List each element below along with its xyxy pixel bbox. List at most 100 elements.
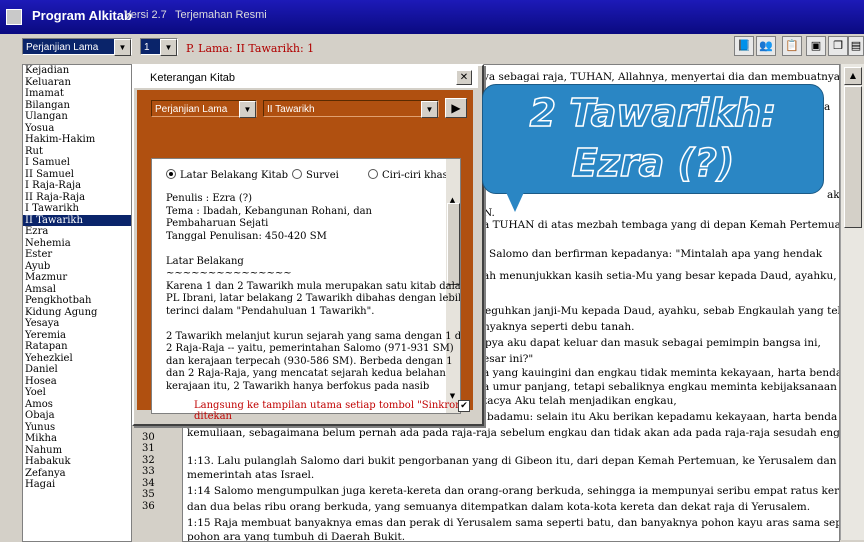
print-icon[interactable]: ▤ [848, 36, 864, 56]
chapter-item[interactable]: 33 [136, 466, 176, 478]
book-list-item[interactable]: II Raja-Raja [23, 192, 131, 204]
info-line: Tema : Ibadah, Kebangunan Rohani, dan [166, 205, 372, 217]
book-list-item[interactable]: Ulangan [23, 111, 131, 123]
book-list-item[interactable]: Ratapan [23, 341, 131, 353]
testament-select[interactable]: Perjanjian Lama ▼ [22, 38, 132, 56]
verse-line: 1:13. Lalu pulanglah Salomo dari bukit p… [187, 455, 840, 467]
info-line: PL Ibrani, latar belakang 2 Tawarikh dib… [166, 293, 461, 304]
clipboard-icon[interactable]: 📋 [782, 36, 802, 56]
verse-line: a TUHAN di atas mezbah tembaga yang di d… [483, 219, 840, 231]
chapter-item[interactable]: 34 [136, 478, 176, 490]
book-list-item[interactable]: Pengkhotbah [23, 295, 131, 307]
verse-line: esar ini?" [483, 353, 534, 365]
book-list-item[interactable]: Hakim-Hakim [23, 134, 131, 146]
book-list-item[interactable]: Yoel [23, 387, 131, 399]
book-list-item[interactable]: Nehemia [23, 238, 131, 250]
dialog-book-select[interactable]: II Tawarikh ▼ [263, 100, 439, 118]
book-list-item[interactable]: Hagai [23, 479, 131, 491]
chapter-list[interactable]: 2930313233343536 [136, 420, 176, 540]
book-list-item[interactable]: Ayub [23, 261, 131, 273]
book-list-item[interactable]: Yehezkiel [23, 353, 131, 365]
chapter-item[interactable]: 36 [136, 501, 176, 513]
copy-icon[interactable]: ❐ [828, 36, 848, 56]
window-icon[interactable]: ▣ [806, 36, 826, 56]
breadcrumb: P. Lama: II Tawarikh: 1 [186, 42, 315, 55]
book-list-item[interactable]: Kejadian [23, 65, 131, 77]
verse-line: eguhkan janji-Mu kepada Daud, ayahku, se… [485, 305, 840, 317]
book-list-item[interactable]: Yunus [23, 422, 131, 434]
info-line: Penulis : Ezra (?) [166, 193, 252, 204]
chapter-item[interactable]: 30 [136, 432, 176, 444]
book-list-item[interactable]: II Samuel [23, 169, 131, 181]
verse-line: memerintah atas Israel. [187, 469, 315, 481]
testament-select-value: Perjanjian Lama [26, 42, 99, 53]
close-icon[interactable]: ✕ [456, 70, 472, 85]
chevron-down-icon[interactable]: ▼ [160, 39, 177, 56]
book-icon[interactable]: 📘 [734, 36, 754, 56]
scroll-up-icon[interactable]: ▲ [844, 67, 862, 85]
callout-tail [505, 190, 525, 212]
book-list-item[interactable]: Mikha [23, 433, 131, 445]
radio-survey[interactable]: Survei [292, 169, 339, 181]
radio-background[interactable]: Latar Belakang Kitab [166, 169, 288, 181]
book-list-item[interactable]: Imamat [23, 88, 131, 100]
reading-scrollbar[interactable]: ▲ [840, 64, 864, 540]
dialog-title: Keterangan Kitab [150, 72, 236, 84]
verse-line: pya aku dapat keluar dan masuk sebagai p… [485, 337, 821, 349]
info-line: Tanggal Penulisan: 450-420 SM [166, 230, 327, 242]
info-line: dan kerajaan terpecah (930-586 SM). Berb… [166, 355, 453, 367]
scroll-thumb[interactable] [844, 86, 862, 228]
book-list-item[interactable]: Bilangan [23, 100, 131, 112]
dialog-body: Perjanjian Lama ▼ II Tawarikh ▼ ▶ Latar … [137, 90, 473, 414]
book-list-item[interactable]: Ezra [23, 226, 131, 238]
sync-note: Langsung ke tampilan utama setiap tombol… [194, 400, 467, 422]
book-list-item[interactable]: Hosea [23, 376, 131, 388]
verse-line: dan dua belas ribu orang berkuda, yang s… [187, 501, 811, 513]
chevron-down-icon[interactable]: ▼ [239, 101, 256, 118]
info-line: 2 Raja-Raja -- yaitu, pemerintahan Salom… [166, 343, 454, 354]
app-version: Versi 2.7 [124, 9, 167, 21]
book-list-item[interactable]: Amsal [23, 284, 131, 296]
chapter-item[interactable]: 31 [136, 443, 176, 455]
verse-line: 1:15 Raja membuat banyaknya emas dan per… [187, 517, 840, 529]
chapter-select[interactable]: 1 ▼ [140, 38, 178, 56]
people-icon[interactable]: 👥 [756, 36, 776, 56]
chapter-item[interactable]: 35 [136, 489, 176, 501]
verse-line: a yang kauingini dan engkau tidak memint… [483, 367, 840, 379]
verse-line: kemuliaan, sebagaimana belum pernah ada … [187, 427, 840, 439]
book-list-item[interactable]: Habakuk [23, 456, 131, 468]
book-list-item[interactable]: Nahum [23, 445, 131, 457]
chapter-item[interactable]: 32 [136, 455, 176, 467]
book-list-item[interactable]: Zefanya [23, 468, 131, 480]
radio-features[interactable]: Ciri-ciri khas [368, 169, 448, 181]
book-list-item[interactable]: Ester [23, 249, 131, 261]
app-title: Program Alkitab [32, 8, 132, 23]
book-list-item[interactable]: Obaja [23, 410, 131, 422]
book-list-item[interactable]: I Tawarikh [23, 203, 131, 215]
chevron-down-icon[interactable]: ▼ [421, 101, 438, 118]
callout-bubble: 2 Tawarikh: Ezra (?) [482, 84, 824, 212]
verse-line: aka ke [827, 189, 840, 201]
book-list-item[interactable]: Keluaran [23, 77, 131, 89]
info-line: Karena 1 dan 2 Tawarikh mula merupakan s… [166, 280, 461, 292]
book-list-item[interactable]: I Samuel [23, 157, 131, 169]
book-list-item[interactable]: Daniel [23, 364, 131, 376]
book-list-item[interactable]: Yesaya [23, 318, 131, 330]
scroll-thumb[interactable] [447, 203, 460, 285]
book-list-item[interactable]: Yeremia [23, 330, 131, 342]
book-list-item[interactable]: Kidung Agung [23, 307, 131, 319]
book-list[interactable]: Kejadian Keluaran Imamat Bilangan Ulangan Yos… [22, 64, 132, 542]
info-line: Latar Belakang [166, 255, 244, 267]
book-list-item[interactable]: II Tawarikh [23, 214, 131, 226]
dialog-testament-select[interactable]: Perjanjian Lama ▼ [151, 100, 257, 118]
verse-line: 1:14 Salomo mengumpulkan juga kereta-ker… [187, 485, 840, 497]
book-list-item[interactable]: I Raja-Raja [23, 180, 131, 192]
chevron-down-icon[interactable]: ▼ [114, 39, 131, 56]
book-list-item[interactable]: Yosua [23, 123, 131, 135]
radio-icon [292, 169, 302, 179]
sync-checkbox[interactable]: ✔ [458, 400, 470, 412]
go-button[interactable]: ▶ [445, 98, 467, 118]
book-list-item[interactable]: Amos [23, 399, 131, 411]
book-list-item[interactable]: Mazmur [23, 272, 131, 284]
book-list-item[interactable]: Rut [23, 146, 131, 158]
